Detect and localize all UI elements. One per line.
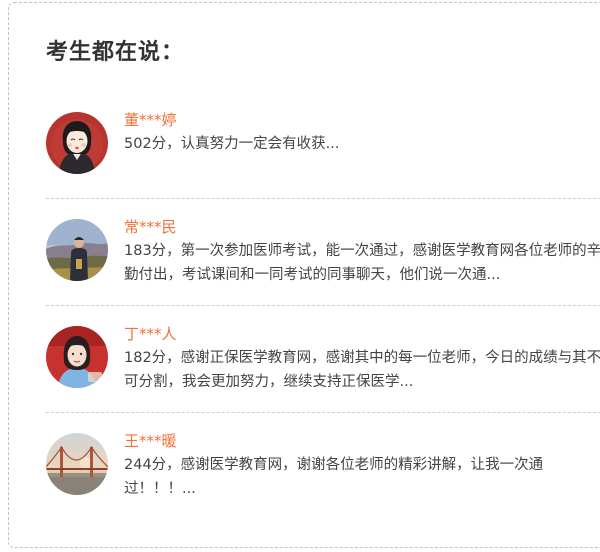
- bridge-sunset-photo-icon: [46, 433, 108, 495]
- testimonial-message: 244分，感谢医学教育网，谢谢各位老师的精彩讲解，让我一次通过！！！...: [124, 457, 544, 497]
- testimonial-item: 董***婷 502分，认真努力一定会有收获...: [46, 92, 600, 199]
- woman-portrait-photo-icon: [46, 326, 108, 388]
- section-title: 考生都在说：: [46, 40, 185, 65]
- testimonial-name: 王***暖: [124, 432, 177, 450]
- testimonial-list: 董***婷 502分，认真努力一定会有收获... 常***民 183分，第一次参…: [46, 92, 600, 520]
- cartoon-girl-avatar-icon: [46, 112, 108, 174]
- testimonial-name: 董***婷: [124, 111, 177, 129]
- testimonial-item: 丁***人 182分，感谢正保医学教育网，感谢其中的每一位老师，今日的成绩与其不…: [46, 306, 600, 413]
- testimonial-message: 502分，认真努力一定会有收获...: [124, 136, 340, 152]
- testimonial-name: 丁***人: [124, 325, 177, 343]
- man-outdoors-photo-icon: [46, 219, 108, 281]
- testimonial-message: 183分，第一次参加医师考试，能一次通过，感谢医学教育网各位老师的辛勤付出，考试…: [124, 243, 600, 283]
- testimonial-item: 王***暖 244分，感谢医学教育网，谢谢各位老师的精彩讲解，让我一次通过！！！…: [46, 413, 600, 520]
- testimonial-name: 常***民: [124, 218, 177, 236]
- testimonial-item: 常***民 183分，第一次参加医师考试，能一次通过，感谢医学教育网各位老师的辛…: [46, 199, 600, 306]
- testimonial-message: 182分，感谢正保医学教育网，感谢其中的每一位老师，今日的成绩与其不可分割，我会…: [124, 350, 600, 390]
